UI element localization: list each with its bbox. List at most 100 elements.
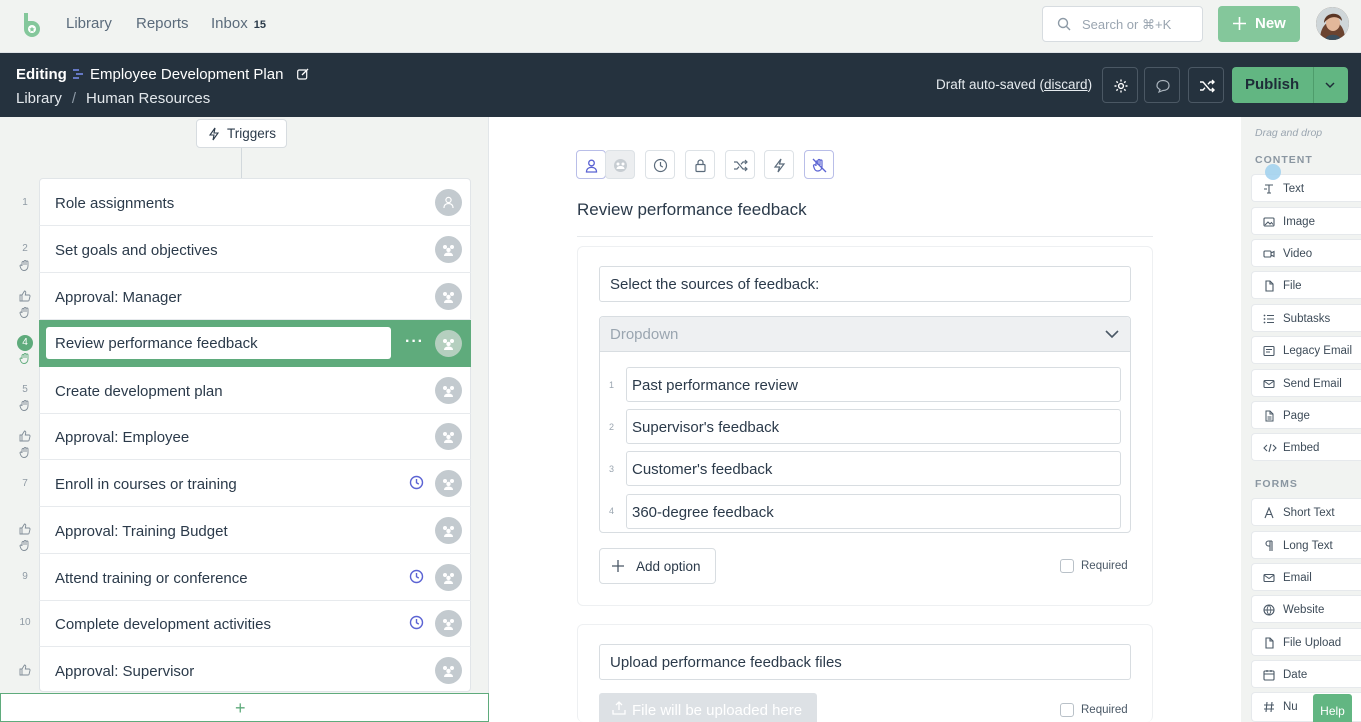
discard-link[interactable]: discard	[1044, 77, 1088, 92]
edit-title-icon[interactable]	[297, 68, 309, 80]
nav-library[interactable]: Library	[66, 15, 112, 32]
stop-task-button[interactable]	[804, 150, 834, 179]
assign-group-button[interactable]	[605, 150, 635, 179]
comments-button[interactable]	[1144, 67, 1180, 103]
search-placeholder: Search or ⌘+K	[1082, 17, 1172, 32]
task-item[interactable]: Create development plan	[39, 367, 471, 414]
clock-icon	[653, 158, 668, 173]
assignee-group-avatar[interactable]	[435, 283, 462, 310]
task-label: Create development plan	[55, 383, 223, 400]
widget-date[interactable]: Date	[1251, 660, 1361, 688]
file-upload-area[interactable]: File will be uploaded here	[599, 693, 817, 722]
assignee-group-avatar[interactable]	[435, 423, 462, 450]
assignee-group-avatar[interactable]	[435, 377, 462, 404]
assignee-group-avatar[interactable]	[435, 470, 462, 497]
clock-icon	[409, 615, 424, 630]
task-item[interactable]: Role assignments	[39, 179, 471, 226]
automations-button[interactable]	[764, 150, 794, 179]
assignee-group-avatar[interactable]	[435, 517, 462, 544]
task-item[interactable]: Set goals and objectives	[39, 226, 471, 273]
app-logo-icon[interactable]	[19, 11, 45, 39]
breadcrumb-library[interactable]: Library	[16, 90, 62, 107]
option-input[interactable]: Customer's feedback	[626, 451, 1121, 486]
draft-status-close: )	[1087, 77, 1093, 92]
content-heading: CONTENT	[1255, 154, 1313, 166]
shuffle-icon	[734, 159, 748, 172]
widget-image[interactable]: Image	[1251, 207, 1361, 235]
number-icon	[1264, 701, 1274, 713]
widget-long-text[interactable]: Long Text	[1251, 531, 1361, 559]
breadcrumb-separator: /	[71, 90, 77, 107]
settings-button[interactable]	[1102, 67, 1138, 103]
question-input[interactable]: Select the sources of feedback:	[599, 266, 1131, 302]
task-label: Approval: Supervisor	[55, 663, 195, 680]
assignee-group-avatar[interactable]	[435, 657, 462, 684]
assignee-avatar[interactable]	[435, 189, 462, 216]
permissions-button[interactable]	[685, 150, 715, 179]
conditional-logic-button[interactable]	[725, 150, 755, 179]
editing-label: Editing	[16, 66, 67, 83]
widget-video[interactable]: Video	[1251, 239, 1361, 267]
widget-embed[interactable]: Embed	[1251, 433, 1361, 461]
task-item[interactable]: Complete development activities	[39, 600, 471, 647]
dropdown-header[interactable]: Dropdown	[600, 317, 1130, 352]
widget-short-text[interactable]: Short Text	[1251, 498, 1361, 526]
assignee-group-avatar[interactable]	[435, 330, 462, 357]
new-button[interactable]: New	[1218, 6, 1300, 42]
option-input[interactable]: Past performance review	[626, 367, 1121, 402]
widget-file[interactable]: File	[1251, 271, 1361, 299]
required-checkbox[interactable]	[1060, 559, 1074, 573]
chevron-down-icon	[1105, 330, 1119, 339]
triggers-button[interactable]: Triggers	[196, 119, 287, 148]
widget-email[interactable]: Email	[1251, 563, 1361, 591]
due-date-button[interactable]	[645, 150, 675, 179]
widget-subtasks[interactable]: Subtasks	[1251, 304, 1361, 332]
nav-inbox-label: Inbox	[211, 15, 248, 32]
upload-title-text: Upload performance feedback files	[610, 654, 842, 671]
task-item[interactable]: Approval: Training Budget	[39, 507, 471, 554]
widget-website[interactable]: Website	[1251, 595, 1361, 623]
widget-page[interactable]: Page	[1251, 401, 1361, 429]
text-icon	[1264, 184, 1273, 194]
task-item[interactable]: Approval: Manager	[39, 273, 471, 320]
chevron-down-icon[interactable]	[1324, 79, 1336, 91]
option-text: Customer's feedback	[632, 461, 773, 478]
nav-reports[interactable]: Reports	[136, 15, 189, 32]
breadcrumb-human-resources[interactable]: Human Resources	[86, 90, 210, 107]
assignee-group-avatar[interactable]	[435, 564, 462, 591]
draft-status: Draft auto-saved (discard)	[936, 77, 1092, 92]
required-checkbox[interactable]	[1060, 703, 1074, 717]
task-item[interactable]: Approval: Supervisor	[39, 647, 471, 694]
search-input[interactable]: Search or ⌘+K	[1042, 6, 1203, 42]
option-input[interactable]: Supervisor's feedback	[626, 409, 1121, 444]
widget-legacy-email[interactable]: Legacy Email	[1251, 336, 1361, 364]
widget-number-label: Nu	[1283, 701, 1298, 713]
task-item[interactable]: Approval: Employee	[39, 413, 471, 460]
add-option-button[interactable]: Add option	[599, 548, 716, 584]
assignee-group-avatar[interactable]	[435, 610, 462, 637]
task-label: Complete development activities	[55, 616, 271, 633]
add-task-button[interactable]: +	[0, 693, 489, 722]
task-item-selected[interactable]: Review performance feedback ···	[39, 320, 471, 367]
task-item[interactable]: Enroll in courses or training	[39, 460, 471, 507]
widget-file-upload[interactable]: File Upload	[1251, 628, 1361, 656]
required-label: Required	[1081, 704, 1128, 716]
option-input[interactable]: 360-degree feedback	[626, 494, 1121, 529]
triggers-label: Triggers	[227, 126, 277, 141]
option-number: 3	[609, 464, 615, 474]
option-text: 360-degree feedback	[632, 504, 774, 521]
help-button[interactable]: Help	[1313, 694, 1352, 722]
assign-user-button[interactable]	[576, 150, 606, 179]
widget-send-email[interactable]: Send Email	[1251, 369, 1361, 397]
widget-subtasks-label: Subtasks	[1283, 313, 1331, 325]
required-label: Required	[1081, 560, 1128, 572]
shuffle-button[interactable]	[1188, 67, 1224, 103]
nav-inbox[interactable]: Inbox 15	[211, 15, 266, 32]
user-avatar[interactable]	[1316, 7, 1349, 40]
upload-title-input[interactable]: Upload performance feedback files	[599, 644, 1131, 680]
assignee-group-avatar[interactable]	[435, 236, 462, 263]
task-item[interactable]: Attend training or conference	[39, 554, 471, 601]
drag-drop-hint: Drag and drop	[1255, 127, 1323, 139]
more-options-icon[interactable]: ···	[405, 333, 424, 351]
publish-button[interactable]: Publish	[1232, 67, 1348, 103]
